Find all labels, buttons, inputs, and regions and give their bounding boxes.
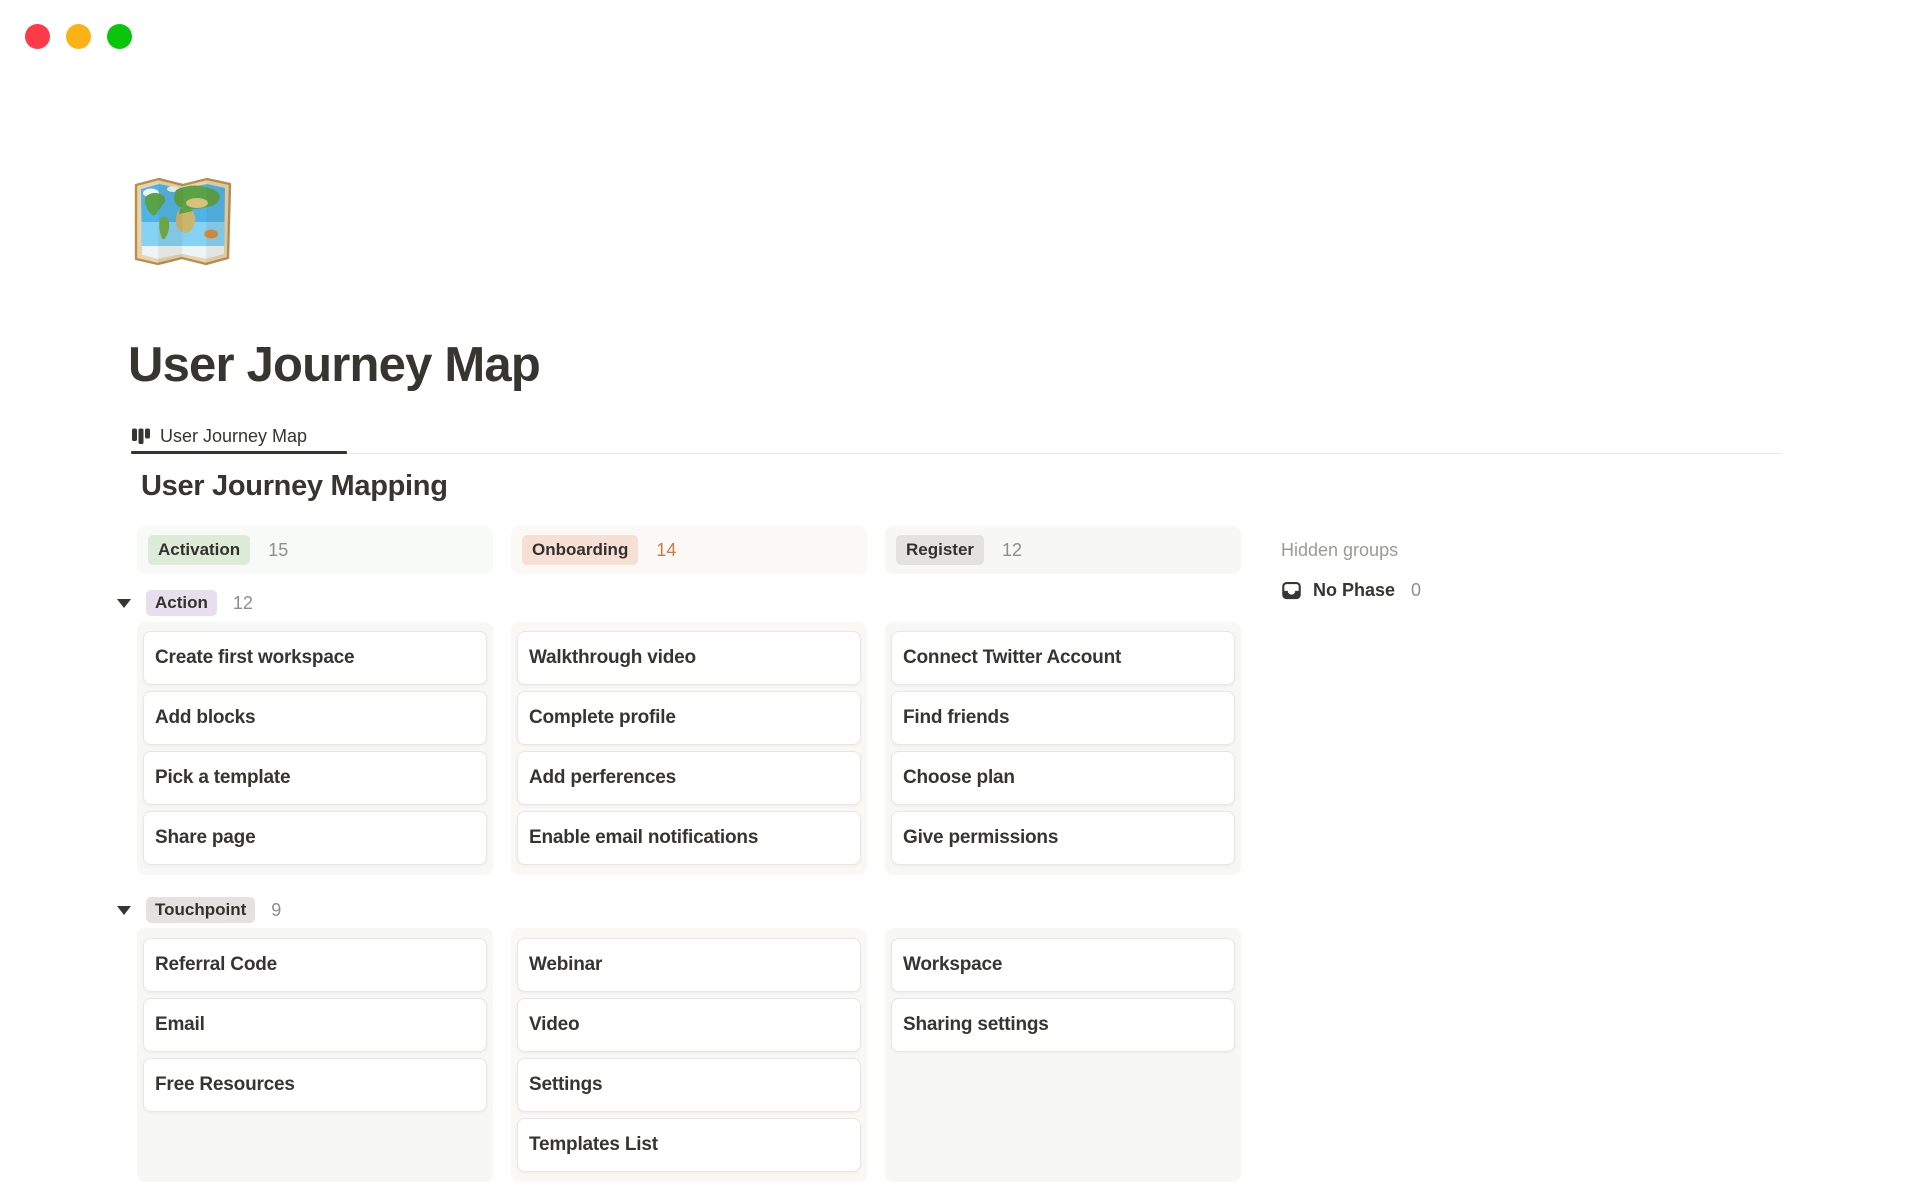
column-header-onboarding[interactable]: Onboarding 14 [511,526,867,574]
group-tag-action[interactable]: Action [146,590,217,616]
board-card[interactable]: Email [143,998,487,1052]
card-title: Templates List [529,1134,658,1156]
card-column: Workspace Sharing settings [885,928,1241,1182]
fullscreen-window-button[interactable] [107,24,132,49]
card-title: Add blocks [155,707,255,729]
column-header-activation[interactable]: Activation 15 [137,526,493,574]
hidden-groups-label: Hidden groups [1281,540,1398,561]
column-count: 15 [268,540,288,561]
status-tag-register[interactable]: Register [896,535,984,565]
window-controls [25,24,132,49]
tab-label: User Journey Map [160,426,307,447]
card-title: Settings [529,1074,602,1096]
board-card[interactable]: Sharing settings [891,998,1235,1052]
active-tab-indicator [131,451,347,454]
board-card[interactable]: Video [517,998,861,1052]
group-count: 9 [271,900,281,921]
page-title: User Journey Map [128,336,540,395]
card-title: Create first workspace [155,647,354,669]
card-title: Complete profile [529,707,676,729]
status-tag-activation[interactable]: Activation [148,535,250,565]
card-column: Webinar Video Settings Templates List [511,928,867,1182]
group-header-action: Action 12 [117,588,253,618]
inbox-icon [1281,580,1302,601]
card-title: Share page [155,827,255,849]
tab-bar-divider [131,453,1782,454]
card-title: Sharing settings [903,1014,1049,1036]
card-column: Referral Code Email Free Resources [137,928,493,1182]
board-card[interactable]: Create first workspace [143,631,487,685]
hidden-group-no-phase[interactable]: No Phase 0 [1281,580,1421,601]
collapse-toggle-icon[interactable] [117,599,131,608]
column-count: 14 [656,540,676,561]
card-title: Pick a template [155,767,290,789]
card-title: Walkthrough video [529,647,696,669]
card-title: Enable email notifications [529,827,758,849]
view-tabs: User Journey Map [131,420,307,452]
card-title: Find friends [903,707,1009,729]
collapse-toggle-icon[interactable] [117,906,131,915]
notion-window: User Journey Map User Journey Map User J… [0,0,1920,1200]
card-title: Connect Twitter Account [903,647,1121,669]
board-card[interactable]: Templates List [517,1118,861,1172]
column-header-register[interactable]: Register 12 [885,526,1241,574]
section-heading: User Journey Mapping [141,470,448,503]
board-view-icon [131,426,151,446]
board-card[interactable]: Workspace [891,938,1235,992]
board-card[interactable]: Settings [517,1058,861,1112]
group-header-touchpoint: Touchpoint 9 [117,895,281,925]
card-title: Workspace [903,954,1002,976]
group-tag-touchpoint[interactable]: Touchpoint [146,897,255,923]
tab-user-journey-map[interactable]: User Journey Map [131,426,307,447]
board-card[interactable]: Give permissions [891,811,1235,865]
card-title: Video [529,1014,579,1036]
board-card[interactable]: Add blocks [143,691,487,745]
card-column: Create first workspace Add blocks Pick a… [137,622,493,875]
card-column: Walkthrough video Complete profile Add p… [511,622,867,875]
card-title: Add perferences [529,767,676,789]
card-title: Email [155,1014,205,1036]
hidden-group-count: 0 [1411,580,1421,601]
card-column: Connect Twitter Account Find friends Cho… [885,622,1241,875]
board-card[interactable]: Connect Twitter Account [891,631,1235,685]
board-card[interactable]: Webinar [517,938,861,992]
board-card[interactable]: Free Resources [143,1058,487,1112]
group-count: 12 [233,593,253,614]
board-card[interactable]: Add perferences [517,751,861,805]
world-map-icon [131,174,235,269]
card-title: Webinar [529,954,602,976]
board-card[interactable]: Pick a template [143,751,487,805]
page-icon-world-map-emoji[interactable] [131,174,235,269]
hidden-group-label: No Phase [1313,580,1395,601]
board-card[interactable]: Walkthrough video [517,631,861,685]
card-title: Free Resources [155,1074,295,1096]
card-title: Choose plan [903,767,1015,789]
board-card[interactable]: Find friends [891,691,1235,745]
minimize-window-button[interactable] [66,24,91,49]
status-tag-onboarding[interactable]: Onboarding [522,535,638,565]
board-card[interactable]: Enable email notifications [517,811,861,865]
card-title: Referral Code [155,954,277,976]
card-title: Give permissions [903,827,1058,849]
board-card[interactable]: Share page [143,811,487,865]
board-card[interactable]: Choose plan [891,751,1235,805]
board-card[interactable]: Complete profile [517,691,861,745]
column-count: 12 [1002,540,1022,561]
close-window-button[interactable] [25,24,50,49]
board-card[interactable]: Referral Code [143,938,487,992]
